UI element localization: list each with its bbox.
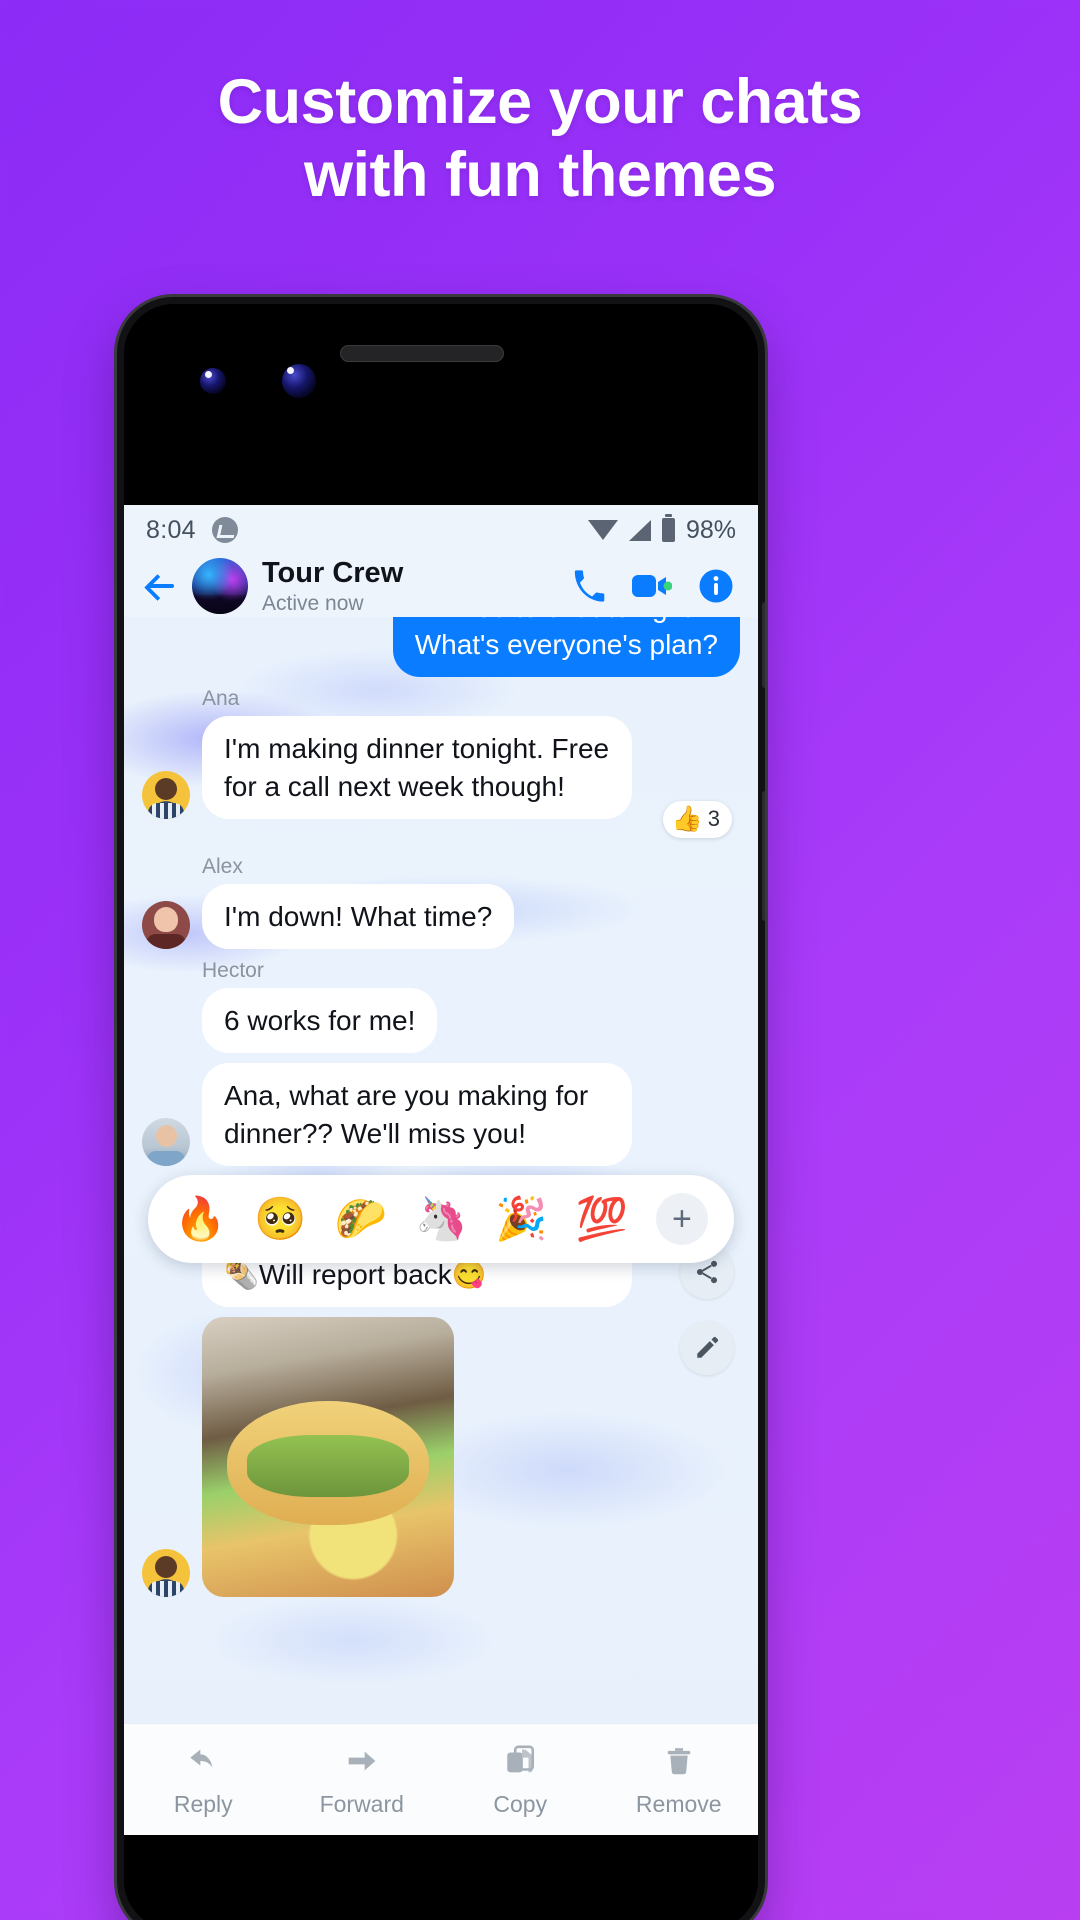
copy-label: Copy xyxy=(493,1791,548,1817)
info-circle-icon[interactable] xyxy=(698,568,734,604)
phone-bottom-bezel xyxy=(124,1835,758,1920)
message-row-attachment[interactable] xyxy=(124,1311,758,1598)
message-bubble[interactable]: Ana, what are you making for dinner?? We… xyxy=(202,1063,632,1166)
message-row[interactable]: Ana, what are you making for dinner?? We… xyxy=(124,1063,758,1166)
ana-avatar[interactable] xyxy=(142,1549,190,1598)
taco-photo[interactable] xyxy=(202,1317,454,1598)
cellular-signal-icon xyxy=(628,519,651,541)
chat-header: Tour Crew Active now xyxy=(124,555,758,617)
avatar-spacer xyxy=(142,1259,190,1307)
message-bubble[interactable]: I'm down! What time? xyxy=(202,883,515,950)
message-reaction-badge[interactable]: 👍 3 xyxy=(662,800,732,838)
message-text-line2: What's everyone's plan? xyxy=(414,629,718,661)
alex-avatar[interactable] xyxy=(142,901,190,950)
wifi-icon xyxy=(587,520,618,540)
message-sender-name: Hector xyxy=(202,959,264,983)
message-bubble[interactable]: I'm free to chat tonight! What's everyon… xyxy=(392,617,740,678)
front-camera-secondary-icon xyxy=(282,364,316,398)
message-bubble[interactable]: 6 works for me! xyxy=(202,988,438,1054)
message-text-line1: I'm free to chat tonight! xyxy=(415,617,699,623)
more-reactions-button[interactable]: + xyxy=(655,1193,708,1245)
phone-call-icon[interactable] xyxy=(572,569,606,603)
power-button[interactable] xyxy=(762,791,765,921)
message-action-sheet: Reply Forward Copy Remove xyxy=(124,1723,758,1835)
copy-pages-icon xyxy=(441,1741,600,1781)
unicorn-emoji[interactable]: 🦄 xyxy=(415,1198,467,1240)
pencil-icon xyxy=(697,1336,719,1358)
message-row[interactable]: I'm making dinner tonight. Free for a ca… xyxy=(124,716,758,838)
message-sender-name: Ana xyxy=(202,687,240,711)
fire-emoji[interactable]: 🔥 xyxy=(174,1198,226,1240)
side-action-buttons xyxy=(680,1245,734,1375)
battery-percent: 98% xyxy=(685,515,736,544)
remove-label: Remove xyxy=(635,1791,722,1817)
phone-screen-frame: 8:04 98% Tour Crew Active now What's eve… xyxy=(124,304,758,1920)
copy-action[interactable]: Copy xyxy=(441,1741,600,1818)
taco-emoji[interactable]: 🌮 xyxy=(335,1198,387,1240)
earpiece-speaker xyxy=(340,345,504,362)
edit-button[interactable] xyxy=(680,1321,734,1375)
promo-headline: Customize your chats with fun themes xyxy=(0,66,1080,212)
front-camera-icon xyxy=(200,368,226,394)
message-bubble[interactable]: I'm making dinner tonight. Free for a ca… xyxy=(202,716,632,819)
back-arrow-icon[interactable] xyxy=(144,569,178,603)
status-time: 8:04 xyxy=(146,515,196,544)
message-row[interactable]: 6 works for me! xyxy=(124,988,758,1054)
chat-title: Tour Crew xyxy=(262,556,404,589)
ana-avatar[interactable] xyxy=(142,770,190,819)
status-bar: 8:04 98% xyxy=(124,505,758,555)
message-sender-name: Alex xyxy=(202,854,243,878)
forward-arrow-icon xyxy=(283,1741,442,1781)
group-avatar[interactable] xyxy=(192,558,248,614)
party-popper-emoji[interactable]: 🎉 xyxy=(495,1198,547,1240)
volume-button[interactable] xyxy=(762,602,765,688)
forward-label: Forward xyxy=(319,1791,404,1817)
message-row[interactable]: I'm down! What time? xyxy=(124,883,758,950)
trash-can-icon xyxy=(600,1741,759,1781)
emoji-reaction-tray[interactable]: 🔥 🥺 🌮 🦄 🎉 💯 + xyxy=(148,1175,734,1263)
avatar-spacer xyxy=(142,1005,190,1053)
video-camera-icon[interactable] xyxy=(632,571,672,601)
chat-status: Active now xyxy=(262,591,364,615)
hector-avatar[interactable] xyxy=(142,1117,190,1166)
app-screen: 8:04 98% Tour Crew Active now What's eve… xyxy=(124,505,758,1835)
thumbs-up-icon: 👍 xyxy=(671,804,703,833)
message-row-outgoing[interactable]: I'm free to chat tonight! What's everyon… xyxy=(124,617,758,678)
remove-action[interactable]: Remove xyxy=(600,1741,759,1818)
phone-top-bezel xyxy=(124,304,758,505)
reply-arrow-icon xyxy=(124,1741,283,1781)
headline-line-2: with fun themes xyxy=(303,140,777,211)
messenger-icon xyxy=(211,517,238,543)
message-list[interactable]: I'm free to chat tonight! What's everyon… xyxy=(124,617,758,1835)
reaction-count: 3 xyxy=(707,806,720,832)
battery-icon xyxy=(661,514,675,542)
phone-mockup: 8:04 98% Tour Crew Active now What's eve… xyxy=(117,297,765,1920)
reply-label: Reply xyxy=(173,1791,233,1817)
pleading-emoji[interactable]: 🥺 xyxy=(254,1198,306,1240)
hundred-points-emoji[interactable]: 💯 xyxy=(576,1198,628,1240)
reply-action[interactable]: Reply xyxy=(124,1741,283,1818)
forward-action[interactable]: Forward xyxy=(283,1741,442,1818)
headline-line-1: Customize your chats xyxy=(217,67,863,137)
